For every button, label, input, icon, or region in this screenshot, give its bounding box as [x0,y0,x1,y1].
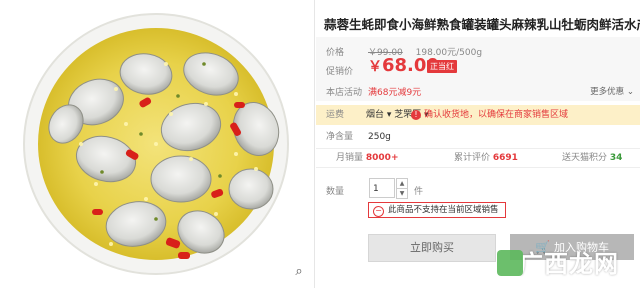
more-offers-label: 更多优惠 [590,87,625,97]
shipping-row: 运费 烟台 ▾ 芝罘区 ▾ ! 确认收货地，以确保在商家销售区域 [316,105,640,125]
monthly-sales-value: 8000+ [365,153,399,163]
chevron-down-icon: ⌄ [626,87,634,97]
monthly-sales-label: 月销量 [336,153,364,163]
watermark-logo-icon [497,250,523,276]
stats-row: 月销量 8000+ 累计评价 6691 送天猫积分 34 [316,148,640,168]
shipping-warning: 确认收货地，以确保在商家销售区域 [424,110,569,120]
spec-label: 净含量 [326,132,354,142]
reviews[interactable]: 累计评价 6691 [454,149,518,167]
quantity-input[interactable]: 1 [369,178,395,198]
reviews-value: 6691 [492,153,518,163]
shipping-label: 运费 [326,110,345,120]
sale-price-label: 促销价 [326,67,354,77]
magnifier-icon[interactable]: ⌕ [292,265,306,279]
points-value: 34 [609,153,623,163]
promo-text[interactable]: 满68元减9元 [368,85,421,98]
product-title: 蒜蓉生蚝即食小海鲜熟食罐装罐头麻辣乳山牡蛎肉鲜活水产大礼包 [324,17,640,32]
quantity-row: 数量 1 ▲ ▼ 件 [316,178,640,204]
monthly-sales: 月销量 8000+ [336,149,398,167]
points: 送天猫积分 34 [562,149,622,167]
quantity-unit: 件 [414,187,424,197]
product-image-gallery[interactable]: ⌕ [0,0,315,288]
spec-value: 250g [368,132,391,142]
reviews-label: 累计评价 [454,153,491,163]
product-info-panel: 蒜蓉生蚝即食小海鲜熟食罐装罐头麻辣乳山牡蛎肉鲜活水产大礼包 价格 ￥99.00 … [316,0,640,288]
more-offers-link[interactable]: 更多优惠 ⌄ [590,85,634,97]
warning-icon: ! [411,110,421,120]
promo-badge: 正当红 [427,60,457,73]
original-price-label: 价格 [326,48,345,58]
region-notice-text: 此商品不支持在当前区域销售 [388,205,499,215]
minus-circle-icon: − [373,206,384,217]
caret-up-icon[interactable]: ▲ [396,178,408,189]
currency-symbol: ￥ [368,59,382,75]
quantity-stepper[interactable]: ▲ ▼ [396,178,408,199]
region-notice: − 此商品不支持在当前区域销售 [368,202,506,218]
buy-now-button[interactable]: 立即购买 [368,234,496,262]
watermark-text: 广西龙网 [519,250,619,278]
promo-label: 本店活动 [326,88,363,98]
spec-row: 净含量 250g [316,126,640,148]
watermark: 广西龙网 [497,247,635,281]
price-box: 价格 ￥99.00 198.00元/500g 促销价 ￥68.00 正当红 本店… [316,37,640,101]
points-label: 送天猫积分 [562,153,608,163]
product-photo[interactable] [6,4,306,286]
caret-down-icon[interactable]: ▼ [396,189,408,199]
quantity-label: 数量 [326,187,345,197]
